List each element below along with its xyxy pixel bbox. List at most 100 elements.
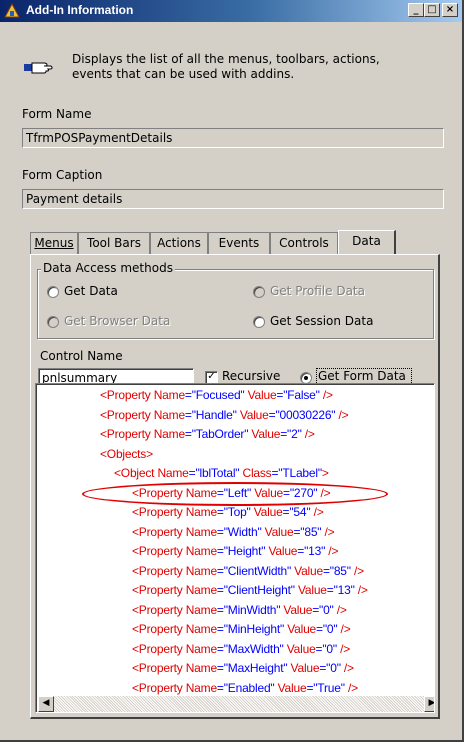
tab-controls[interactable]: Controls — [270, 232, 338, 254]
xml-line: <Property Name="ClientWidth" Value="85" … — [132, 564, 364, 578]
maximize-button[interactable]: □ — [424, 3, 440, 17]
xml-equals: = — [316, 622, 323, 636]
xml-attr-name: Name — [157, 466, 189, 480]
tab-data[interactable]: Data — [338, 230, 396, 256]
title-bar[interactable]: Add-In Information _ □ × — [0, 0, 462, 22]
xml-tag: <Property — [132, 602, 186, 617]
xml-equals: = — [216, 544, 224, 558]
hand-pointing-icon — [24, 62, 53, 74]
xml-line: <Property Name="Enabled" Value="True" /> — [132, 681, 358, 695]
xml-tag: /> — [310, 505, 324, 519]
form-name-field: TfrmPOSPaymentDetails — [22, 128, 444, 148]
xml-attr-value: "lblTotal" — [195, 466, 240, 480]
info-description: Displays the list of all the menus, tool… — [72, 52, 380, 81]
app-icon — [4, 3, 20, 18]
xml-tag: <Object — [114, 466, 158, 480]
xml-tag: /> — [350, 563, 364, 578]
xml-equals: = — [216, 622, 224, 636]
tab-data-label: Data — [352, 234, 381, 248]
xml-tag: /> — [325, 544, 339, 558]
xml-line: <Property Name="ClientHeight" Value="13"… — [132, 583, 368, 597]
tab-actions[interactable]: Actions — [150, 232, 208, 254]
xml-equals: = — [184, 388, 192, 402]
xml-attr-value: "False" — [283, 388, 320, 402]
xml-equals: = — [216, 602, 224, 617]
xml-equals: = — [326, 583, 334, 597]
xml-attr-name: Name — [153, 407, 185, 422]
tab-menus[interactable]: Menus — [30, 232, 78, 254]
xml-tag: <Property — [100, 427, 154, 441]
xml-attr-value: "85" — [300, 524, 322, 539]
get-session-data-radio[interactable] — [253, 316, 265, 328]
xml-attr-name: Name — [185, 680, 217, 695]
xml-attr-name: Name — [185, 622, 217, 636]
tab-events-label: Events — [218, 236, 260, 250]
xml-attr-name: Name — [185, 524, 217, 539]
xml-attr-value: "Enabled" — [223, 680, 275, 695]
form-caption-field: Payment details — [22, 189, 444, 209]
scroll-right-button[interactable]: ▶ — [424, 696, 434, 712]
xml-tag: /> — [335, 407, 349, 422]
xml-attr-value: "ClientWidth" — [223, 563, 292, 578]
xml-tag: <Property — [132, 505, 186, 519]
xml-tag: /> — [340, 661, 354, 675]
xml-attr-name: Name — [185, 544, 217, 558]
get-data-label: Get Data — [64, 284, 118, 298]
xml-tag: <Property — [132, 563, 186, 578]
minimize-button[interactable]: _ — [408, 3, 424, 17]
horizontal-scrollbar[interactable]: ◀ ▶ — [38, 696, 434, 712]
xml-attr-value: "0" — [319, 602, 334, 617]
xml-attr-value: "85" — [329, 563, 351, 578]
xml-line: <Property Name="MaxWidth" Value="0" /> — [132, 642, 350, 656]
xml-attr-name: Value — [265, 544, 298, 558]
xml-attr-name: Value — [283, 641, 316, 656]
xml-attr-name: Name — [185, 641, 217, 656]
xml-line: <Property Name="MinWidth" Value="0" /> — [132, 603, 347, 617]
xml-attr-name: Value — [274, 680, 307, 695]
xml-attr-name: Value — [248, 427, 281, 441]
xml-equals: = — [216, 680, 224, 695]
close-button[interactable]: × — [442, 3, 458, 17]
xml-attr-name: Value — [284, 622, 317, 636]
get-form-data-label: Get Form Data — [318, 369, 406, 383]
get-session-data-label: Get Session Data — [270, 314, 374, 328]
xml-tag: /> — [336, 641, 351, 656]
xml-line: <Property Name="TabOrder" Value="2" /> — [100, 427, 315, 441]
xml-line: <Property Name="MinHeight" Value="0" /> — [132, 622, 351, 636]
xml-tag: <Objects> — [100, 446, 153, 461]
xml-attr-name: Value — [261, 524, 294, 539]
tab-events[interactable]: Events — [208, 232, 270, 254]
tab-tool-bars[interactable]: Tool Bars — [78, 232, 150, 254]
get-browser-data-radio[interactable] — [47, 316, 59, 328]
xml-line: <Property Name="MaxHeight" Value="0" /> — [132, 661, 354, 675]
xml-attr-value: "MinWidth" — [223, 602, 281, 617]
xml-attr-name: Name — [185, 602, 217, 617]
xml-equals: = — [216, 505, 224, 519]
get-profile-data-radio[interactable] — [253, 286, 265, 298]
data-access-groupbox — [37, 269, 434, 339]
xml-tag: <Property — [132, 583, 186, 597]
tab-menus-label: Menus — [34, 236, 74, 250]
xml-line: <Property Name="Height" Value="13" /> — [132, 544, 338, 558]
xml-attr-name: Name — [185, 583, 217, 597]
window-title: Add-In Information — [26, 3, 134, 17]
xml-attr-name: Value — [244, 388, 277, 402]
xml-tag: > — [321, 466, 329, 480]
xml-attr-name: Name — [153, 388, 185, 402]
xml-attr-value: "TabOrder" — [191, 427, 249, 441]
xml-equals: = — [280, 427, 288, 441]
xml-attr-value: "54" — [289, 505, 311, 519]
xml-attr-name: Class — [239, 466, 272, 480]
get-data-radio[interactable] — [47, 286, 59, 298]
tab-controls-label: Controls — [279, 236, 329, 250]
xml-tag: <Property — [100, 407, 154, 422]
scroll-left-button[interactable]: ◀ — [38, 696, 54, 712]
xml-tag: /> — [337, 622, 351, 636]
xml-attr-value: "13" — [304, 544, 326, 558]
xml-equals: = — [216, 661, 224, 675]
xml-attr-name: Value — [287, 661, 320, 675]
xml-line: <Property Name="Handle" Value="00030226"… — [100, 407, 349, 422]
xml-attr-name: Value — [250, 505, 283, 519]
xml-attr-name: Value — [291, 563, 323, 578]
xml-output-view[interactable]: <Property Name="Focused" Value="False" /… — [35, 383, 435, 713]
